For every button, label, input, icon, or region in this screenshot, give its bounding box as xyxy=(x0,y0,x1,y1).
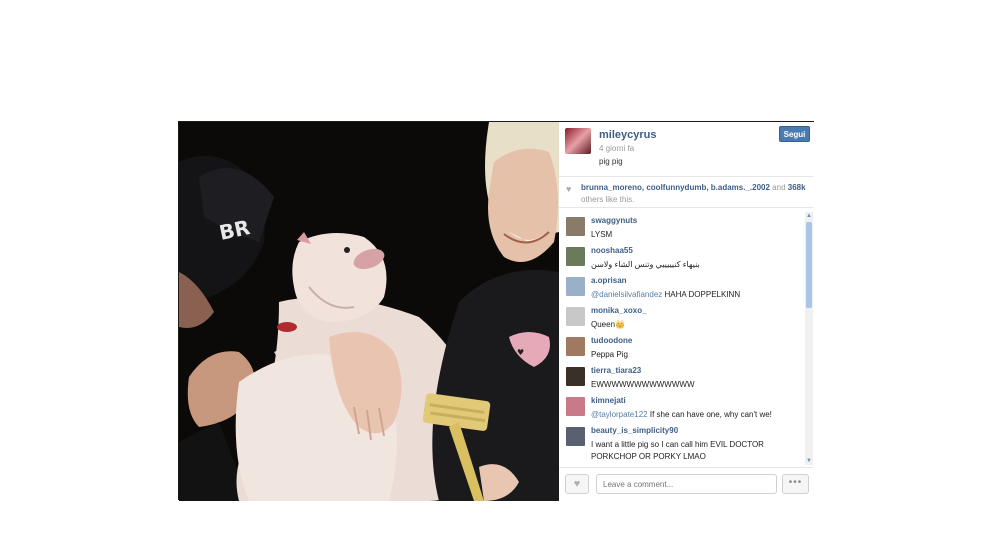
comment-mention[interactable]: @danielsilvafiandez xyxy=(591,290,662,299)
avatar[interactable] xyxy=(566,427,585,446)
heart-icon: ♥ xyxy=(566,184,572,194)
comment-input[interactable] xyxy=(596,474,777,494)
comment-text: Peppa Pig xyxy=(591,350,628,359)
comment-text: LYSM xyxy=(591,230,613,239)
likes-users[interactable]: brunna_moreno, coolfunnydumb, b.adams._.… xyxy=(581,183,770,192)
avatar[interactable] xyxy=(566,397,585,416)
avatar[interactable] xyxy=(565,128,591,154)
post-caption: pig pig xyxy=(599,157,623,166)
likes-summary: ♥ brunna_moreno, coolfunnydumb, b.adams.… xyxy=(559,176,813,208)
comment-footer: ♥ ••• xyxy=(559,467,813,502)
avatar[interactable] xyxy=(566,367,585,386)
avatar[interactable] xyxy=(566,307,585,326)
comment-body: If she can have one, why can't we! xyxy=(649,410,772,419)
avatar[interactable] xyxy=(566,247,585,266)
scroll-down-icon[interactable]: ▼ xyxy=(805,457,813,465)
likes-count[interactable]: 368k xyxy=(788,183,806,192)
comment-text: EWWWWWWWWWWWWW xyxy=(591,380,695,389)
likes-and: and xyxy=(772,183,786,192)
post-username[interactable]: mileycyrus xyxy=(599,129,656,141)
like-button[interactable]: ♥ xyxy=(565,474,589,494)
comment-text: I want a little pig so I can call him EV… xyxy=(591,440,764,461)
more-options-button[interactable]: ••• xyxy=(782,474,809,494)
svg-text:♥: ♥ xyxy=(517,348,524,357)
post-modal: BR ♥ mileycyrus 4 giorni fa pig pig Segu… xyxy=(178,121,815,501)
likes-suffix: others like this. xyxy=(581,195,635,204)
comment-user[interactable]: beauty_is_simplicity90 xyxy=(591,426,678,435)
comment-user[interactable]: swaggynuts xyxy=(591,216,637,225)
comment-mention[interactable]: @taylorpate122 xyxy=(591,410,648,419)
comment-body: HAHA DOPPELKINN xyxy=(664,290,741,299)
avatar[interactable] xyxy=(566,217,585,236)
comment-text: Queen👑 xyxy=(591,320,625,329)
avatar[interactable] xyxy=(566,277,585,296)
comment-user[interactable]: kimnejati xyxy=(591,396,626,405)
comment-user[interactable]: nooshaa55 xyxy=(591,246,633,255)
likes-text: brunna_moreno, coolfunnydumb, b.adams._.… xyxy=(581,182,807,206)
post-time: 4 giorni fa xyxy=(599,144,635,153)
comments-scrollbar[interactable]: ▲ ▼ xyxy=(805,212,813,465)
follow-button[interactable]: Segui xyxy=(779,126,810,142)
comment-user[interactable]: a.oprisan xyxy=(591,276,627,285)
comments-panel: mileycyrus 4 giorni fa pig pig Segui ♥ b… xyxy=(559,122,815,501)
comment-text: بنيهاء كنيييييي وتنس الشاء ولاسن xyxy=(591,260,700,269)
post-header: mileycyrus 4 giorni fa pig pig Segui xyxy=(559,122,813,174)
photo-image: BR ♥ xyxy=(179,122,559,501)
comment-user[interactable]: tierra_tiara23 xyxy=(591,366,641,375)
comment-text: @taylorpate122 If she can have one, why … xyxy=(591,409,796,421)
heart-icon: ♥ xyxy=(573,478,581,490)
post-photo[interactable]: BR ♥ xyxy=(179,122,559,501)
comment-user[interactable]: monika_xoxo_ xyxy=(591,306,647,315)
scroll-up-icon[interactable]: ▲ xyxy=(805,212,813,220)
comment-list[interactable]: swaggynuts LYSM nooshaa55 بنيهاء كنييييي… xyxy=(559,212,803,465)
avatar[interactable] xyxy=(566,337,585,356)
scrollbar-thumb[interactable] xyxy=(806,222,812,308)
comment-text: @danielsilvafiandez HAHA DOPPELKINN xyxy=(591,289,796,301)
comment-user[interactable]: tudoodone xyxy=(591,336,632,345)
